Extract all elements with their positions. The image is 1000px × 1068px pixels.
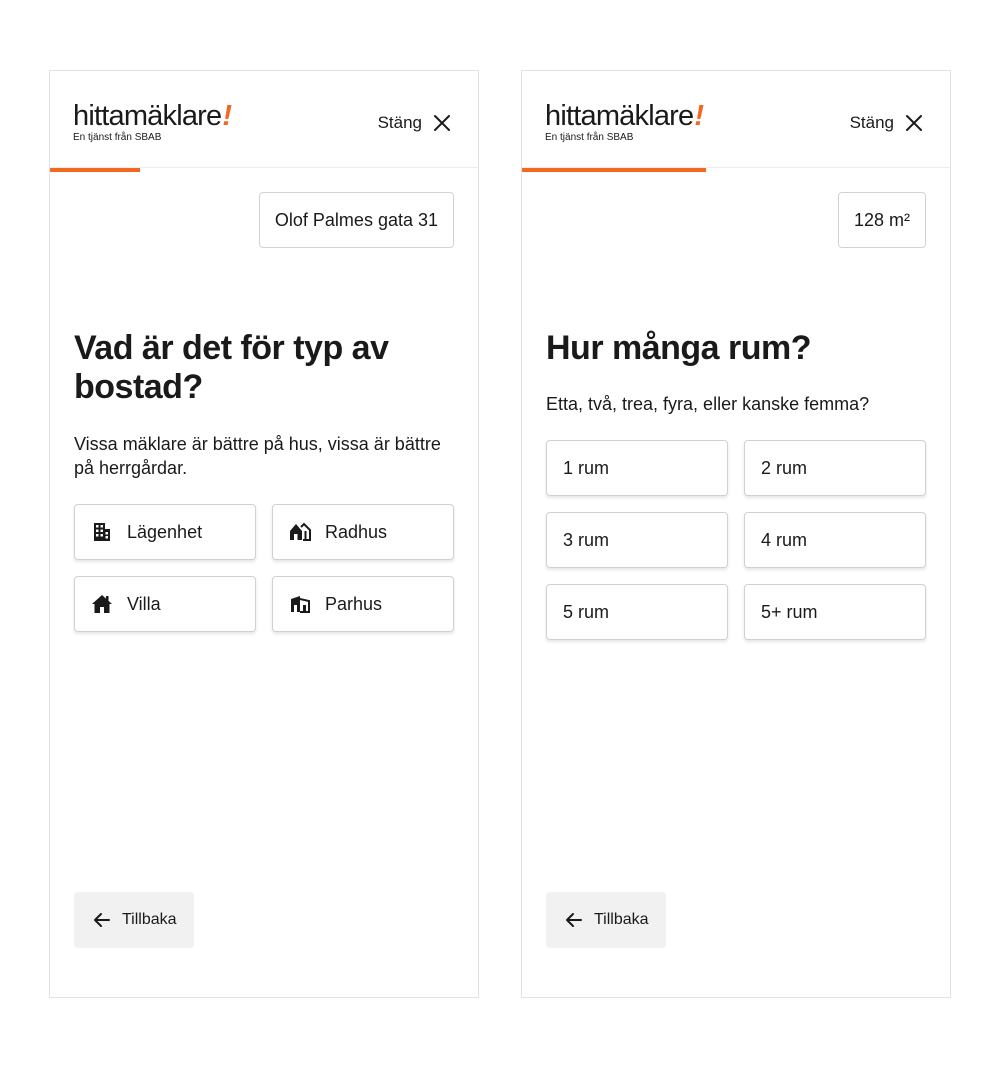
arrow-left-icon bbox=[92, 910, 112, 930]
option-label: Parhus bbox=[325, 593, 383, 614]
step-panel-property-type: hittamäklare! En tjänst från SBAB Stäng … bbox=[49, 70, 479, 998]
arrow-left-icon bbox=[564, 910, 584, 930]
logo-tagline: En tjänst från SBAB bbox=[545, 132, 634, 143]
question-title: Hur många rum? bbox=[546, 329, 812, 367]
option-label: 5 rum bbox=[563, 601, 610, 622]
option-label: Radhus bbox=[325, 521, 388, 542]
option-label: Lägenhet bbox=[127, 521, 203, 542]
logo: hittamäklare! En tjänst från SBAB bbox=[73, 100, 232, 143]
logo: hittamäklare! En tjänst från SBAB bbox=[545, 100, 704, 143]
option-1-rum[interactable]: 1 rum bbox=[546, 440, 728, 496]
question-subtitle: Vissa mäklare är bättre på hus, vissa är… bbox=[74, 434, 441, 478]
option-label: 5+ rum bbox=[761, 601, 818, 622]
previous-answer-chip: Olof Palmes gata 31 bbox=[258, 192, 454, 248]
progress-bar bbox=[50, 168, 478, 172]
option-lagenhet[interactable]: Lägenhet bbox=[74, 504, 256, 560]
logo-text: hittamäklare bbox=[545, 100, 694, 132]
townhouse-icon bbox=[289, 521, 311, 543]
semi-detached-icon bbox=[289, 593, 311, 615]
villa-icon bbox=[91, 593, 113, 615]
option-villa[interactable]: Villa bbox=[74, 576, 256, 632]
back-button[interactable]: Tillbaka bbox=[74, 892, 194, 948]
option-5-plus-rum[interactable]: 5+ rum bbox=[744, 584, 926, 640]
back-label: Tillbaka bbox=[594, 911, 649, 928]
close-button[interactable]: Stäng bbox=[850, 111, 924, 135]
previous-answer-chip: 128 m² bbox=[837, 192, 926, 248]
option-label: 2 rum bbox=[761, 457, 808, 478]
option-label: 3 rum bbox=[563, 529, 610, 550]
option-label: 4 rum bbox=[761, 529, 808, 550]
option-3-rum[interactable]: 3 rum bbox=[546, 512, 728, 568]
option-2-rum[interactable]: 2 rum bbox=[744, 440, 926, 496]
close-icon bbox=[432, 113, 452, 133]
logo-mark: ! bbox=[222, 100, 232, 132]
option-radhus[interactable]: Radhus bbox=[272, 504, 454, 560]
close-button[interactable]: Stäng bbox=[378, 111, 452, 135]
logo-mark: ! bbox=[694, 100, 704, 132]
option-label: Villa bbox=[127, 593, 161, 614]
option-label: 1 rum bbox=[563, 457, 610, 478]
option-4-rum[interactable]: 4 rum bbox=[744, 512, 926, 568]
close-label: Stäng bbox=[377, 113, 422, 132]
back-label: Tillbaka bbox=[122, 911, 177, 928]
logo-text: hittamäklare bbox=[73, 100, 222, 132]
header: hittamäklare! En tjänst från SBAB Stäng bbox=[522, 71, 950, 168]
apartment-icon bbox=[91, 521, 113, 543]
question-title: Vad är det för typ av bostad? bbox=[74, 329, 389, 406]
option-parhus[interactable]: Parhus bbox=[272, 576, 454, 632]
header: hittamäklare! En tjänst från SBAB Stäng bbox=[50, 71, 478, 168]
option-5-rum[interactable]: 5 rum bbox=[546, 584, 728, 640]
logo-tagline: En tjänst från SBAB bbox=[73, 132, 162, 143]
progress-bar bbox=[522, 168, 950, 172]
step-panel-rooms: hittamäklare! En tjänst från SBAB Stäng … bbox=[521, 70, 951, 998]
progress-fill bbox=[522, 168, 707, 172]
close-label: Stäng bbox=[849, 113, 894, 132]
progress-fill bbox=[50, 168, 140, 172]
question-subtitle: Etta, två, trea, fyra, eller kanske femm… bbox=[546, 394, 870, 414]
close-icon bbox=[904, 113, 924, 133]
back-button[interactable]: Tillbaka bbox=[546, 892, 666, 948]
